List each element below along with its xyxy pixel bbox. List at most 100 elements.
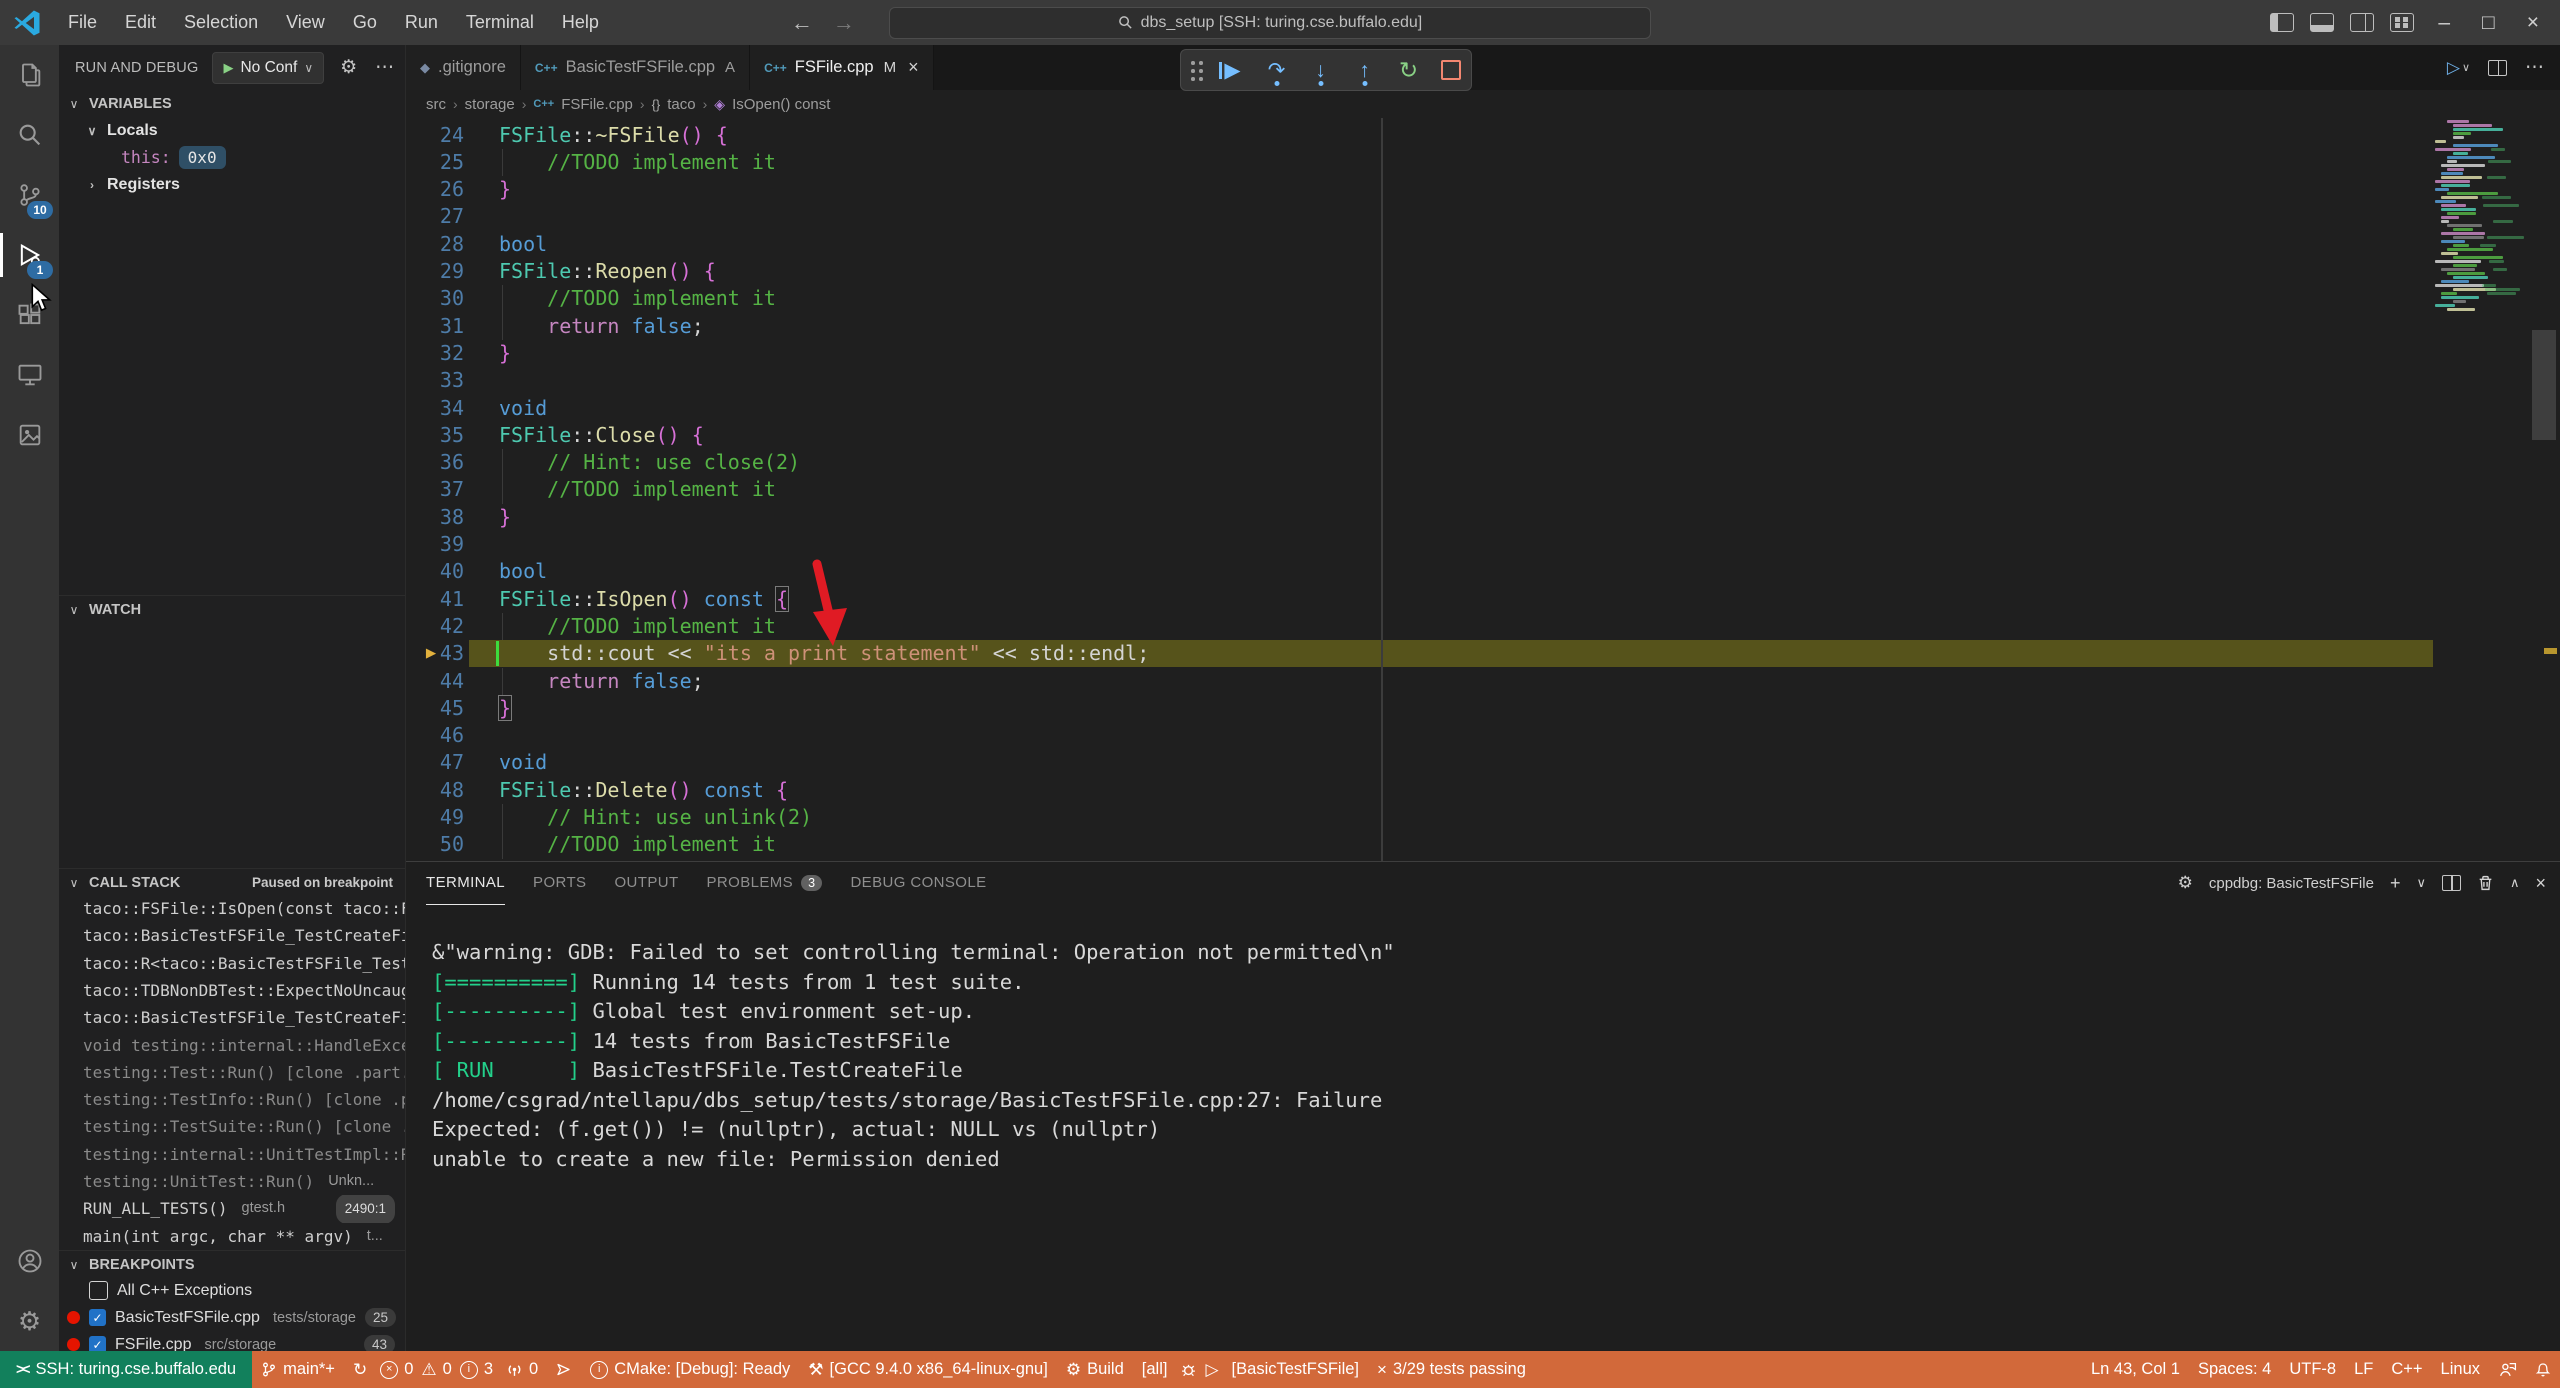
new-terminal-icon[interactable]: + bbox=[2390, 873, 2401, 894]
command-center-search[interactable]: dbs_setup [SSH: turing.cse.buffalo.edu] bbox=[889, 7, 1651, 39]
call-stack-frame[interactable]: taco::TDBNonDBTest::ExpectNoUncaugh bbox=[59, 977, 405, 1004]
debug-session-label[interactable]: cppdbg: BasicTestFSFile bbox=[2209, 875, 2374, 892]
call-stack-frame[interactable]: taco::FSFile::IsOpen(const taco::FSFil bbox=[59, 895, 405, 922]
breadcrumb-item[interactable]: IsOpen() const bbox=[732, 96, 830, 113]
sidebar-item-remote-explorer[interactable] bbox=[0, 345, 59, 405]
status-item[interactable]: ↻ bbox=[344, 1351, 376, 1388]
scrollbar-thumb[interactable] bbox=[2532, 330, 2556, 440]
status-item-3-29-tests-passing[interactable]: ×3/29 tests passing bbox=[1368, 1351, 1535, 1388]
continue-button[interactable]: ▶ bbox=[1221, 60, 1245, 81]
toggle-secondary-sidebar-icon[interactable] bbox=[2350, 13, 2374, 32]
status-item[interactable] bbox=[2489, 1351, 2526, 1388]
status-item-ln-43-col-1[interactable]: Ln 43, Col 1 bbox=[2082, 1351, 2189, 1388]
menu-item-selection[interactable]: Selection bbox=[172, 8, 270, 37]
menu-item-edit[interactable]: Edit bbox=[113, 8, 168, 37]
breadcrumb-item[interactable]: src bbox=[426, 96, 446, 113]
step-over-button[interactable]: ↷ bbox=[1265, 60, 1289, 81]
trash-icon[interactable] bbox=[2477, 874, 2494, 892]
call-stack-frame[interactable]: RUN_ALL_TESTS()gtest.h2490:1 bbox=[59, 1195, 405, 1222]
debug-settings-gear-icon[interactable]: ⚙ bbox=[340, 56, 357, 79]
close-panel-icon[interactable]: × bbox=[2535, 873, 2546, 894]
sidebar-item-source-control[interactable]: 10 bbox=[0, 165, 59, 225]
panel-tab-ports[interactable]: PORTS bbox=[533, 862, 586, 905]
panel-tab-output[interactable]: OUTPUT bbox=[614, 862, 678, 905]
account-button[interactable] bbox=[0, 1231, 59, 1291]
toggle-panel-icon[interactable] bbox=[2310, 13, 2334, 32]
restart-button[interactable]: ↻ bbox=[1397, 59, 1421, 82]
status-item-lf[interactable]: LF bbox=[2345, 1351, 2382, 1388]
chevron-up-icon[interactable]: ∧ bbox=[2510, 875, 2520, 891]
status-item--gcc-9-4-0-x86-64-linux-gnu-[interactable]: ⚒[GCC 9.4.0 x86_64-linux-gnu] bbox=[799, 1351, 1057, 1388]
menu-item-help[interactable]: Help bbox=[550, 8, 611, 37]
close-tab-icon[interactable]: × bbox=[908, 57, 919, 78]
more-actions-icon[interactable]: ⋯ bbox=[375, 56, 396, 79]
status-item-3[interactable]: i3 bbox=[456, 1351, 497, 1388]
breakpoint-item[interactable]: ✓BasicTestFSFile.cpptests/storage25 bbox=[59, 1304, 405, 1331]
status-item-0[interactable]: ×0 bbox=[376, 1351, 417, 1388]
menu-item-view[interactable]: View bbox=[274, 8, 337, 37]
panel-tab-terminal[interactable]: TERMINAL bbox=[426, 862, 505, 905]
tab-BasicTestFSFile.cpp[interactable]: C++BasicTestFSFile.cppA bbox=[521, 45, 750, 90]
breadcrumb-item[interactable]: taco bbox=[667, 96, 695, 113]
menu-item-go[interactable]: Go bbox=[341, 8, 389, 37]
breakpoints-section-header[interactable]: ∨ BREAKPOINTS bbox=[59, 1250, 405, 1278]
variable-value[interactable]: 0x0 bbox=[179, 146, 226, 169]
menu-item-terminal[interactable]: Terminal bbox=[454, 8, 546, 37]
status-item-utf-8[interactable]: UTF-8 bbox=[2280, 1351, 2345, 1388]
chevron-down-icon[interactable]: ∨ bbox=[2416, 875, 2426, 891]
call-stack-section-header[interactable]: ∨ CALL STACK Paused on breakpoint bbox=[59, 868, 405, 896]
call-stack-frame[interactable]: testing::TestSuite::Run() [clone .p bbox=[59, 1113, 405, 1140]
close-window-button[interactable]: × bbox=[2514, 11, 2552, 35]
call-stack-frame[interactable]: taco::BasicTestFSFile_TestCreateFil bbox=[59, 922, 405, 949]
breadcrumb-item[interactable]: storage bbox=[465, 96, 515, 113]
settings-button[interactable]: ⚙ bbox=[0, 1291, 59, 1351]
breadcrumb-item[interactable]: FSFile.cpp bbox=[561, 96, 633, 113]
sidebar-item-run-debug[interactable]: 1 bbox=[0, 225, 59, 285]
call-stack-frame[interactable]: testing::Test::Run() [clone .part.0 bbox=[59, 1059, 405, 1086]
drag-handle-icon[interactable] bbox=[1191, 61, 1195, 65]
debug-config-dropdown[interactable]: ▶ No Conf ∨ bbox=[212, 52, 324, 84]
minimize-button[interactable]: – bbox=[2425, 11, 2463, 35]
variable-this[interactable]: this: 0x0 bbox=[59, 144, 405, 171]
sidebar-item-search[interactable] bbox=[0, 105, 59, 165]
maximize-button[interactable]: □ bbox=[2469, 11, 2508, 35]
run-file-button[interactable]: ▷∨ bbox=[2447, 58, 2470, 78]
call-stack-frame[interactable]: main(int argc, char ** argv)t... bbox=[59, 1223, 405, 1250]
breakpoint-item[interactable]: ✓FSFile.cppsrc/storage43 bbox=[59, 1331, 405, 1351]
split-terminal-icon[interactable] bbox=[2442, 875, 2461, 891]
terminal-output[interactable]: &"warning: GDB: Failed to set controllin… bbox=[432, 904, 2540, 1351]
locals-group[interactable]: ∨ Locals bbox=[59, 117, 405, 144]
variables-section-header[interactable]: ∨ VARIABLES bbox=[59, 90, 405, 117]
call-stack-frame[interactable]: testing::UnitTest::Run()Unkn... bbox=[59, 1168, 405, 1195]
call-stack-frame[interactable]: testing::internal::UnitTestImpl::Ru bbox=[59, 1141, 405, 1168]
breakpoint-checkbox[interactable]: ✓ bbox=[89, 1336, 106, 1351]
customize-layout-icon[interactable] bbox=[2390, 13, 2414, 32]
status-item-cmake-debug-ready[interactable]: iCMake: [Debug]: Ready bbox=[581, 1351, 799, 1388]
stop-button[interactable] bbox=[1441, 60, 1461, 80]
call-stack-frame[interactable]: testing::TestInfo::Run() [clone .pa bbox=[59, 1086, 405, 1113]
panel-tab-debug-console[interactable]: DEBUG CONSOLE bbox=[850, 862, 986, 905]
breakpoint-checkbox[interactable]: ✓ bbox=[89, 1309, 106, 1326]
status-item[interactable] bbox=[1176, 1351, 1201, 1388]
breakpoint-item[interactable]: All C++ Exceptions bbox=[59, 1277, 405, 1304]
nav-forward-icon[interactable]: → bbox=[833, 10, 855, 36]
more-actions-icon[interactable]: ⋯ bbox=[2525, 56, 2544, 79]
status-item[interactable]: ▷ bbox=[1201, 1351, 1222, 1388]
step-out-button[interactable]: ↑ bbox=[1353, 60, 1377, 81]
status-item-build[interactable]: ⚙Build bbox=[1057, 1351, 1133, 1388]
nav-back-icon[interactable]: ← bbox=[791, 10, 813, 36]
call-stack-frame[interactable]: taco::BasicTestFSFile_TestCreateFil bbox=[59, 1004, 405, 1031]
panel-tab-problems[interactable]: PROBLEMS3 bbox=[707, 862, 823, 905]
tab-FSFile.cpp[interactable]: C++FSFile.cppM× bbox=[750, 45, 934, 90]
sidebar-item-testing[interactable] bbox=[0, 405, 59, 465]
status-item-spaces-4[interactable]: Spaces: 4 bbox=[2189, 1351, 2280, 1388]
status-item[interactable] bbox=[547, 1351, 581, 1388]
breakpoint-checkbox[interactable] bbox=[89, 1281, 108, 1300]
sidebar-item-explorer[interactable] bbox=[0, 45, 59, 105]
watch-section-header[interactable]: ∨ WATCH bbox=[59, 595, 405, 623]
menu-item-file[interactable]: File bbox=[56, 8, 109, 37]
status-item-0[interactable]: ⚠0 bbox=[417, 1351, 455, 1388]
status-item[interactable] bbox=[2526, 1351, 2560, 1388]
minimap[interactable] bbox=[2435, 118, 2525, 861]
menu-item-run[interactable]: Run bbox=[393, 8, 450, 37]
